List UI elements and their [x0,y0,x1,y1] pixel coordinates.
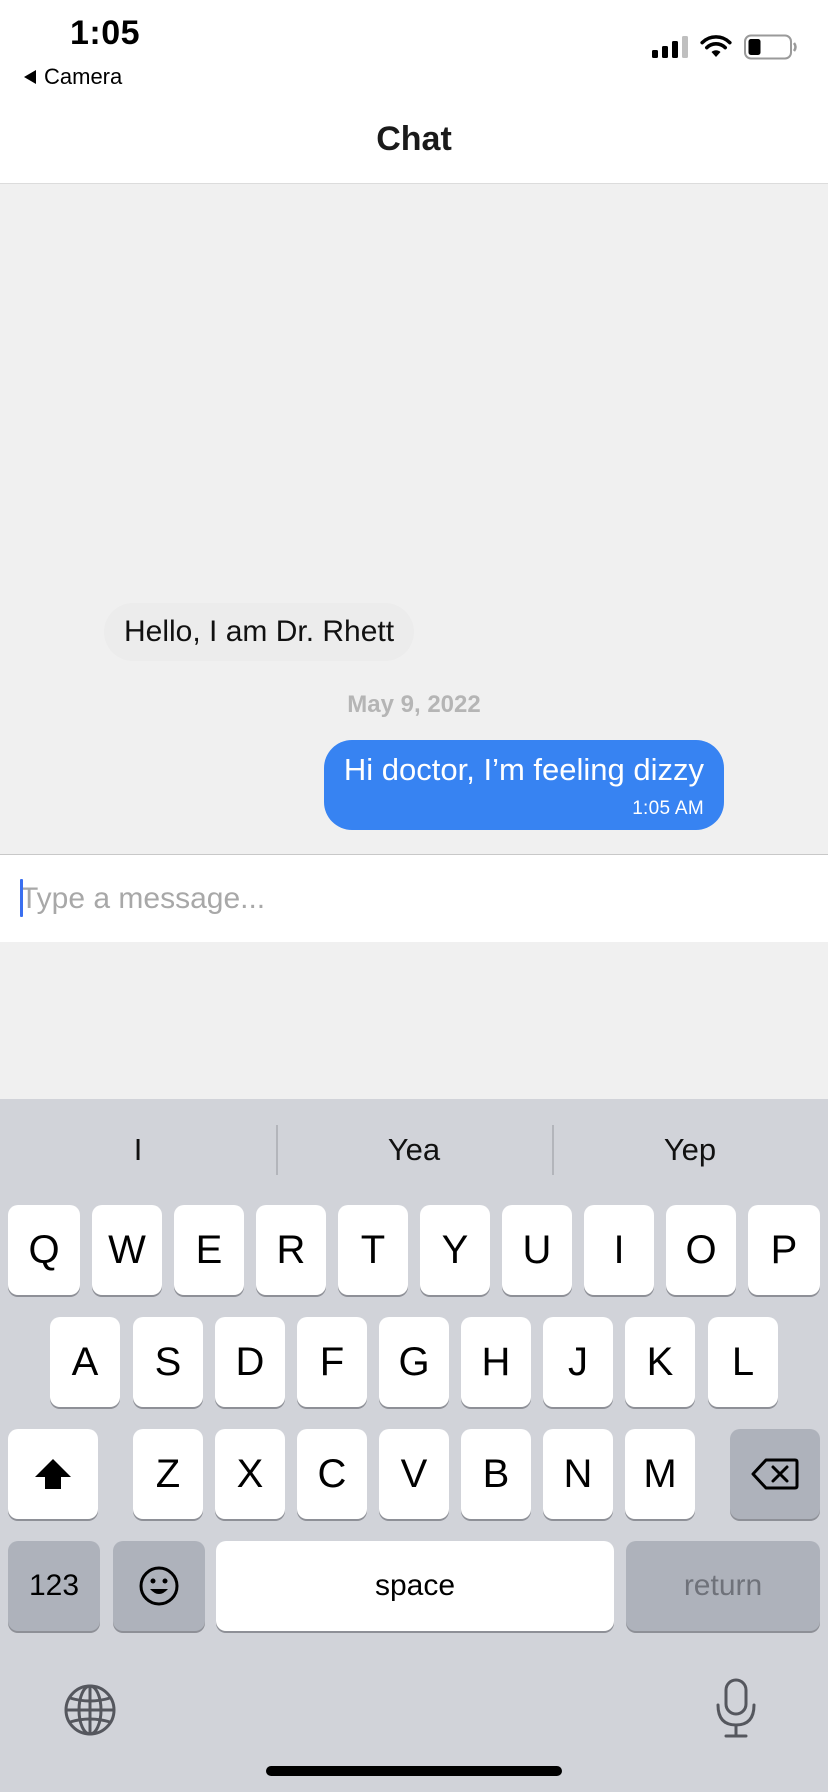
key-v[interactable]: V [379,1429,449,1519]
emoji-icon [139,1566,179,1606]
space-key[interactable]: space [216,1541,614,1631]
text-cursor [20,879,23,917]
key-k[interactable]: K [625,1317,695,1407]
home-indicator[interactable] [266,1766,562,1776]
incoming-message-bubble: Hello, I am Dr. Rhett [104,603,415,661]
numbers-key[interactable]: 123 [8,1541,100,1631]
globe-icon[interactable] [63,1683,117,1737]
suggestion-i[interactable]: I [0,1125,276,1175]
outgoing-message-bubble: Hi doctor, I’m feeling dizzy 1:05 AM [323,740,724,830]
message-input[interactable] [20,871,800,927]
key-w[interactable]: W [92,1205,162,1295]
shift-key[interactable] [8,1429,98,1519]
status-time: 1:05 [70,14,141,52]
page-title: Chat [376,120,452,158]
back-triangle-icon [24,70,36,84]
key-j[interactable]: J [543,1317,613,1407]
cellular-signal-icon [652,36,688,58]
key-p[interactable]: P [748,1205,820,1295]
battery-icon [744,34,797,60]
back-to-app-link[interactable]: Camera [24,62,122,92]
key-t[interactable]: T [338,1205,408,1295]
message-timestamp: 1:05 AM [632,798,704,819]
key-d[interactable]: D [215,1317,285,1407]
key-e[interactable]: E [174,1205,244,1295]
keyboard: I Yea Yep Q W E R T Y U I O P A S D F G … [0,1099,828,1792]
key-b[interactable]: B [461,1429,531,1519]
emoji-key[interactable] [113,1541,205,1631]
chat-message-list[interactable]: Hello, I am Dr. Rhett May 9, 2022 Hi doc… [0,185,828,854]
microphone-icon[interactable] [714,1677,758,1739]
key-r[interactable]: R [256,1205,326,1295]
outgoing-message-text: Hi doctor, I’m feeling dizzy [343,752,704,787]
key-n[interactable]: N [543,1429,613,1519]
key-h[interactable]: H [461,1317,531,1407]
key-l[interactable]: L [708,1317,778,1407]
key-u[interactable]: U [502,1205,572,1295]
date-separator: May 9, 2022 [347,691,481,718]
key-z[interactable]: Z [133,1429,203,1519]
key-o[interactable]: O [666,1205,736,1295]
key-a[interactable]: A [50,1317,120,1407]
status-icons [652,34,798,60]
shift-icon [35,1459,71,1489]
key-x[interactable]: X [215,1429,285,1519]
key-g[interactable]: G [379,1317,449,1407]
backspace-icon [751,1458,799,1490]
key-c[interactable]: C [297,1429,367,1519]
predictive-text-bar: I Yea Yep [0,1125,828,1175]
key-s[interactable]: S [133,1317,203,1407]
suggestion-yea[interactable]: Yea [276,1125,552,1175]
nav-bar: Chat [0,96,828,184]
backspace-key[interactable] [730,1429,820,1519]
key-q[interactable]: Q [8,1205,80,1295]
back-app-label: Camera [44,64,123,89]
return-key[interactable]: return [626,1541,820,1631]
status-bar: 1:05 Camera [0,0,828,96]
suggestion-yep[interactable]: Yep [552,1125,828,1175]
key-f[interactable]: F [297,1317,367,1407]
key-m[interactable]: M [625,1429,695,1519]
key-y[interactable]: Y [420,1205,490,1295]
message-composer [0,854,828,942]
key-i[interactable]: I [584,1205,654,1295]
wifi-icon [700,35,732,57]
